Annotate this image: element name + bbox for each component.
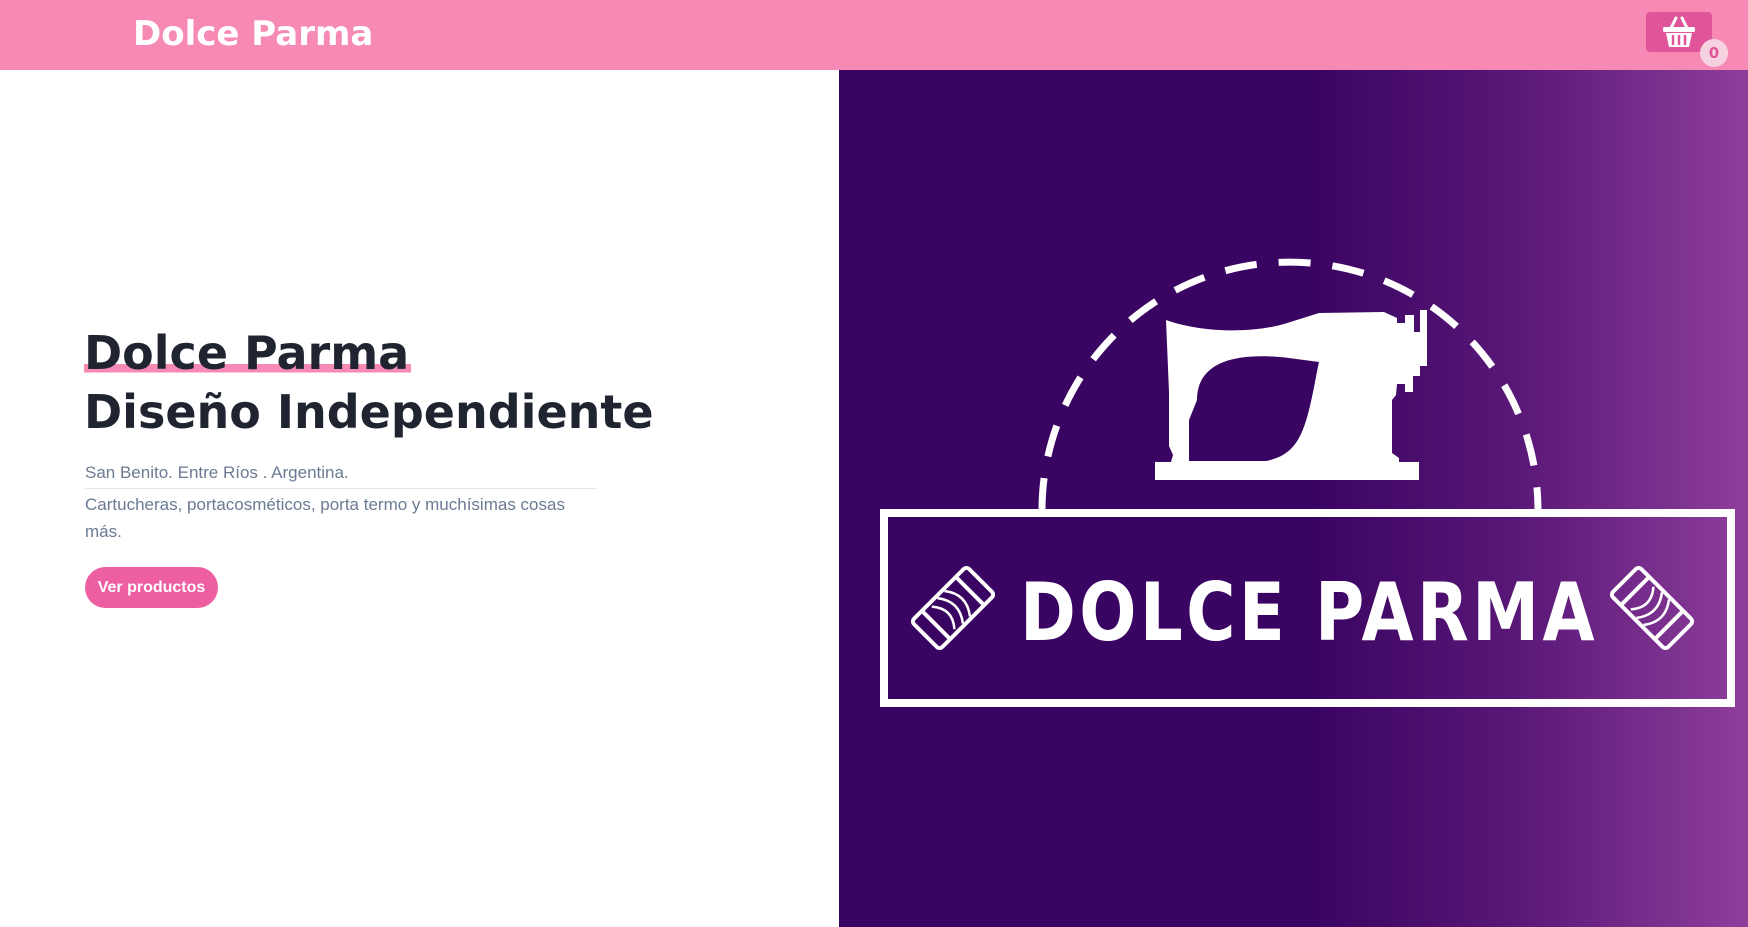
hero-title: Dolce Parma: [84, 326, 412, 380]
brand-logo-text[interactable]: Dolce Parma: [133, 14, 373, 54]
thread-spool-icon: [1609, 565, 1695, 651]
hero-divider: [85, 488, 597, 489]
hero-location: San Benito. Entre Ríos . Argentina.: [85, 463, 349, 482]
hero-description: Cartucheras, portacosméticos, porta term…: [85, 495, 565, 541]
top-navbar: Dolce Parma 0: [0, 0, 1748, 70]
hero-subtitle: Diseño Independiente: [84, 385, 654, 439]
logo-wordmark: DOLCE PARMA: [1020, 566, 1598, 659]
hero-logo-image: DOLCE PARMA: [839, 70, 1748, 927]
cart-count-badge: 0: [1700, 39, 1728, 67]
basket-icon: [1663, 16, 1695, 47]
view-products-button[interactable]: Ver productos: [85, 567, 218, 608]
thread-spool-icon: [910, 565, 996, 651]
